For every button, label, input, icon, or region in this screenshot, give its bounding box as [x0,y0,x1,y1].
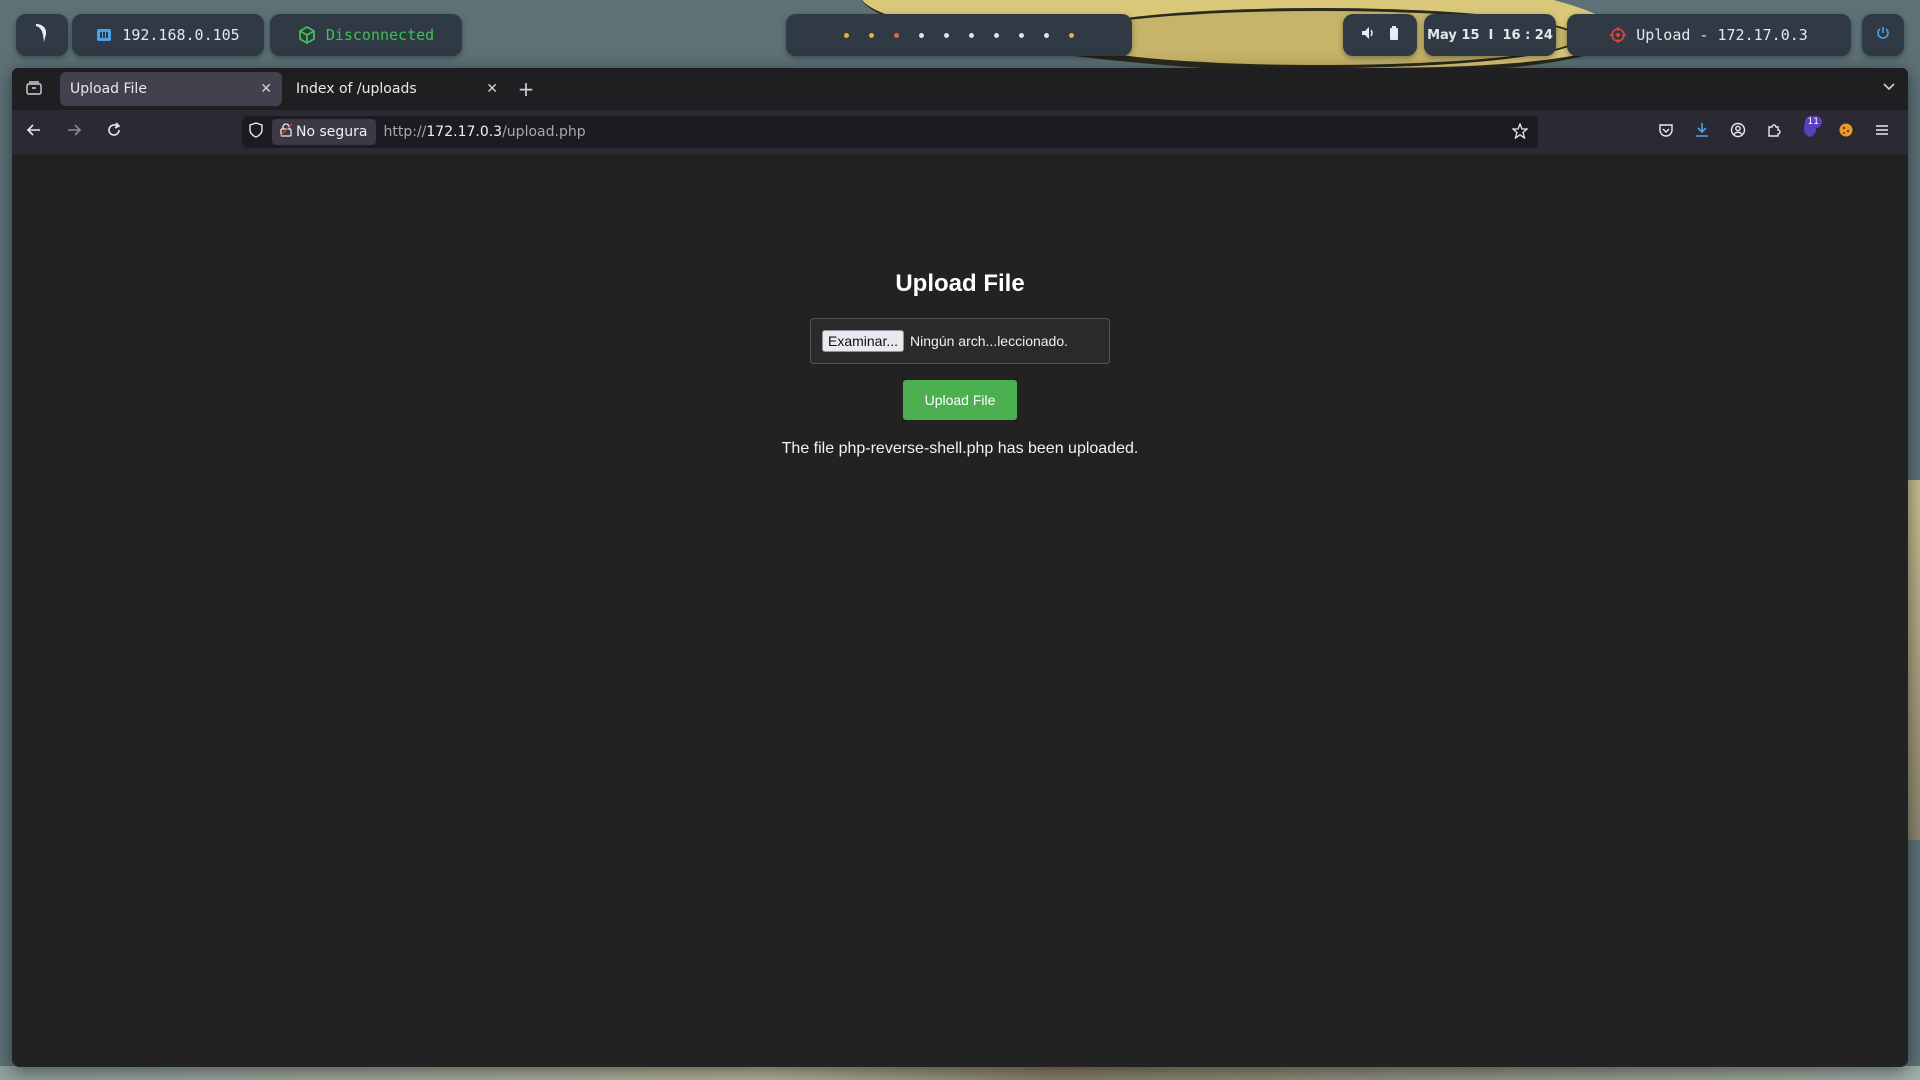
connection-security-badge[interactable]: No segura [272,119,376,145]
plus-icon: + [517,77,535,101]
hamburger-menu-icon [1874,122,1890,142]
forward-button[interactable] [56,116,92,148]
download-icon [1694,122,1710,142]
target-widget[interactable]: Upload - 172.17.0.3 [1567,14,1851,56]
workspace-dot-4[interactable] [919,32,924,38]
volume-battery-widget[interactable] [1343,14,1417,56]
downloads-button[interactable] [1684,116,1720,148]
workspace-dot-3[interactable] [894,32,899,38]
tab-index-uploads[interactable]: Index of /uploads ✕ [286,72,508,106]
browser-window: Upload File ✕ Index of /uploads ✕ + No s… [12,68,1908,1067]
power-icon [1876,26,1890,44]
pocket-icon [1658,122,1674,142]
tab-title: Upload File [70,81,147,97]
target-text: Upload - 172.17.0.3 [1636,26,1808,44]
target-icon [1610,27,1627,43]
clock-text: May 15 I 16 : 24 [1427,27,1553,43]
volume-icon[interactable] [1361,26,1375,44]
workspace-dot-6[interactable] [969,32,974,38]
wallpaper-bottom-strip [0,1066,1920,1080]
ip-address-widget[interactable]: 192.168.0.105 [72,14,264,56]
account-icon [1730,122,1746,142]
kali-dragon-icon [33,22,51,48]
firefox-view-icon [26,80,42,99]
tab-close-icon[interactable]: ✕ [486,81,498,97]
wallpaper-right-strip [1906,480,1920,840]
extensions-button[interactable] [1756,116,1792,148]
tab-close-icon[interactable]: ✕ [260,81,272,97]
puzzle-icon [1766,122,1782,142]
power-button[interactable] [1862,14,1904,56]
workspace-dot-9[interactable] [1044,32,1049,38]
page-content: Upload File Examinar... Ningún arch...le… [12,154,1908,1067]
chevron-down-icon [1882,78,1896,97]
upload-file-button[interactable]: Upload File [903,380,1017,420]
insecure-lock-icon [279,123,293,141]
page-title: Upload File [895,270,1025,297]
pocket-button[interactable] [1648,116,1684,148]
workspace-dot-2[interactable] [869,32,874,38]
url-text[interactable]: http://172.17.0.3/upload.php [384,124,586,140]
workspace-dot-5[interactable] [944,32,949,38]
back-button[interactable] [16,116,52,148]
arrow-left-icon [26,122,42,142]
selected-file-status: Ningún arch...leccionado. [910,333,1069,349]
clock-widget[interactable]: May 15 I 16 : 24 [1424,14,1556,56]
ip-address-text: 192.168.0.105 [122,26,240,44]
vpn-cube-icon [298,26,316,44]
url-host: 172.17.0.3 [426,124,503,140]
toolbar-actions: 11 [1648,116,1900,148]
cookie-icon [1838,122,1854,142]
app-menu-button[interactable] [1864,116,1900,148]
arrow-right-icon [66,122,82,142]
browse-button[interactable]: Examinar... [822,330,905,352]
tab-upload-file[interactable]: Upload File ✕ [60,72,282,106]
tab-strip: Upload File ✕ Index of /uploads ✕ + [12,68,1908,110]
firefox-view-button[interactable] [12,68,56,110]
reload-icon [106,122,122,142]
system-top-bar: 192.168.0.105 Disconnected May 15 I 16 :… [0,0,1920,68]
url-bar[interactable]: No segura http://172.17.0.3/upload.php [242,116,1538,148]
launcher-button[interactable] [16,14,68,56]
file-input[interactable]: Examinar... Ningún arch...leccionado. [810,318,1110,364]
network-icon [96,27,112,43]
workspace-dot-10[interactable] [1069,32,1074,38]
tab-title: Index of /uploads [296,81,417,97]
ublock-extension-button[interactable]: 11 [1792,116,1828,148]
workspace-dot-1[interactable] [844,32,849,38]
account-button[interactable] [1720,116,1756,148]
tracking-protection-shield-icon[interactable] [248,122,264,142]
extension-badge-count: 11 [1804,116,1822,128]
workspace-switcher[interactable] [786,14,1132,56]
vpn-status-widget[interactable]: Disconnected [270,14,462,56]
cookie-extension-button[interactable] [1828,116,1864,148]
reload-button[interactable] [96,116,132,148]
workspace-dot-7[interactable] [994,32,999,38]
bookmark-star-icon[interactable] [1511,122,1529,143]
navigation-toolbar: No segura http://172.17.0.3/upload.php 1… [12,110,1908,154]
new-tab-button[interactable]: + [508,72,544,106]
workspace-dot-8[interactable] [1019,32,1024,38]
url-prefix: http:// [383,124,427,140]
security-label: No segura [296,124,368,140]
vpn-status-text: Disconnected [325,26,435,44]
list-all-tabs-button[interactable] [1882,78,1896,97]
battery-icon [1389,26,1399,44]
url-path: /upload.php [502,124,586,140]
upload-status-message: The file php-reverse-shell.php has been … [781,440,1139,457]
